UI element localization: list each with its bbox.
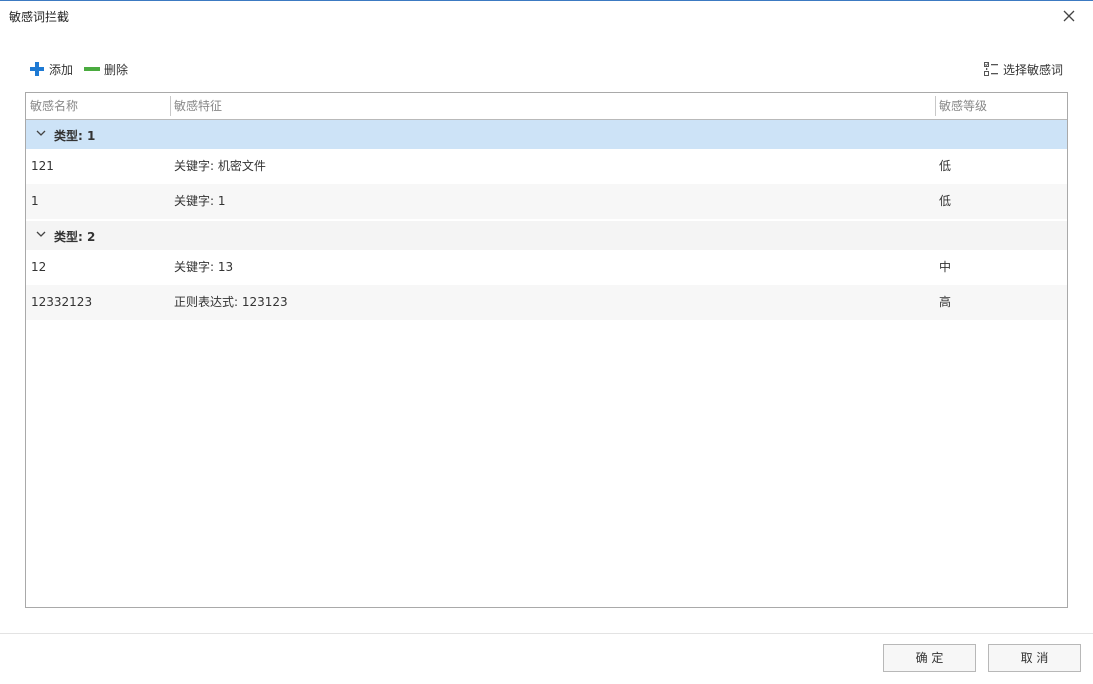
checklist-icon bbox=[984, 62, 998, 76]
window-top-accent-line bbox=[0, 0, 1093, 1]
group-row-type-2[interactable]: 类型: 2 bbox=[26, 221, 1067, 250]
delete-button[interactable]: 删除 bbox=[84, 61, 128, 77]
cell-name: 121 bbox=[31, 159, 54, 173]
cell-level: 低 bbox=[939, 159, 952, 173]
select-sensitive-words-button[interactable]: 选择敏感词 bbox=[983, 61, 1063, 77]
cell-feature: 正则表达式: 123123 bbox=[174, 295, 288, 309]
sensitive-words-grid: 敏感名称 敏感特征 敏感等级 类型: 1 121 关键字: 机密文件 低 1 关… bbox=[25, 92, 1068, 608]
table-row[interactable]: 12332123 正则表达式: 123123 高 bbox=[26, 285, 1067, 320]
cell-feature: 关键字: 1 bbox=[174, 194, 226, 208]
cell-level: 中 bbox=[939, 260, 952, 274]
close-icon[interactable] bbox=[1062, 9, 1076, 23]
cell-name: 12 bbox=[31, 260, 47, 274]
cell-feature: 关键字: 机密文件 bbox=[174, 159, 266, 173]
cancel-button[interactable]: 取 消 bbox=[988, 644, 1081, 672]
column-header-name[interactable]: 敏感名称 bbox=[26, 93, 170, 119]
cell-level: 低 bbox=[939, 194, 952, 208]
table-row[interactable]: 12 关键字: 13 中 bbox=[26, 250, 1067, 285]
column-header-level[interactable]: 敏感等级 bbox=[935, 93, 1067, 119]
window-title: 敏感词拦截 bbox=[9, 10, 70, 24]
select-sensitive-words-label: 选择敏感词 bbox=[1003, 62, 1064, 77]
add-button-label: 添加 bbox=[49, 62, 74, 77]
cell-level: 高 bbox=[939, 295, 952, 309]
grid-header: 敏感名称 敏感特征 敏感等级 bbox=[26, 93, 1067, 120]
minus-icon bbox=[84, 67, 100, 71]
group-row-type-1[interactable]: 类型: 1 bbox=[26, 120, 1067, 149]
plus-icon bbox=[30, 62, 44, 76]
group-label: 类型: 2 bbox=[54, 230, 96, 244]
footer-divider bbox=[0, 633, 1093, 634]
delete-button-label: 删除 bbox=[104, 62, 129, 77]
table-row[interactable]: 121 关键字: 机密文件 低 bbox=[26, 149, 1067, 184]
chevron-down-icon[interactable] bbox=[36, 128, 46, 138]
cell-name: 12332123 bbox=[31, 295, 93, 309]
group-label: 类型: 1 bbox=[54, 129, 96, 143]
chevron-down-icon[interactable] bbox=[36, 229, 46, 239]
cell-name: 1 bbox=[31, 194, 39, 208]
ok-button[interactable]: 确 定 bbox=[883, 644, 976, 672]
column-header-feature[interactable]: 敏感特征 bbox=[170, 93, 935, 119]
add-button[interactable]: 添加 bbox=[29, 61, 73, 77]
table-row[interactable]: 1 关键字: 1 低 bbox=[26, 184, 1067, 219]
cell-feature: 关键字: 13 bbox=[174, 260, 234, 274]
